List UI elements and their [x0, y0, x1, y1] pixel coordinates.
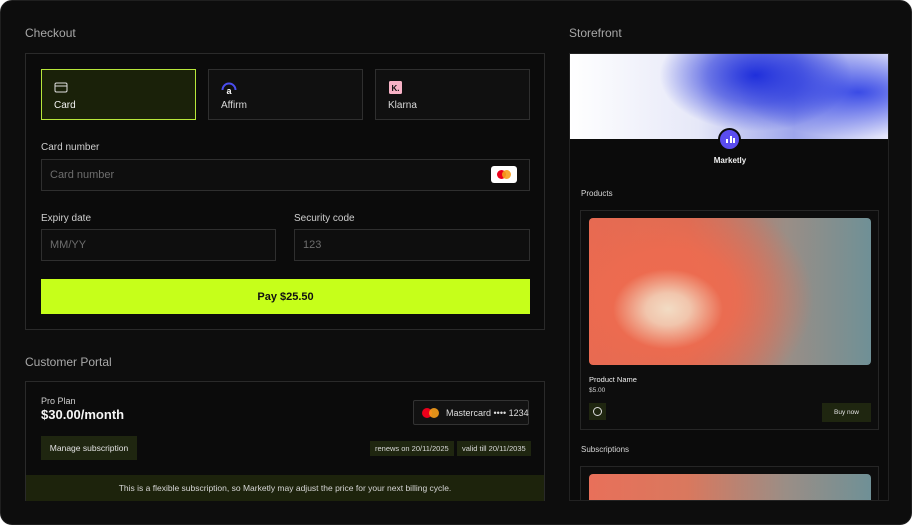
- customer-portal-panel: Pro Plan $30.00/month Mastercard •••• 12…: [25, 381, 545, 501]
- subscriptions-heading: Subscriptions: [581, 445, 630, 454]
- plan-name: Pro Plan: [41, 396, 76, 406]
- mastercard-icon: [422, 407, 440, 419]
- storefront-title: Storefront: [569, 26, 622, 40]
- product-card: Product Name $5.00 Buy now: [580, 210, 879, 430]
- card-number-label: Card number: [41, 142, 100, 153]
- product-name: Product Name: [589, 375, 637, 384]
- validity-badge: valid till 20/11/2035: [457, 441, 531, 456]
- klarna-logo-icon: K.: [389, 81, 402, 94]
- plan-price: $30.00/month: [41, 407, 125, 422]
- manage-subscription-button[interactable]: Manage subscription: [41, 436, 137, 460]
- portal-title: Customer Portal: [25, 355, 112, 369]
- products-heading: Products: [581, 189, 613, 198]
- mastercard-icon: [491, 166, 517, 183]
- marketly-logo-icon: [718, 128, 741, 151]
- credit-card-icon: [54, 82, 68, 93]
- card-number-input[interactable]: [41, 159, 530, 191]
- buy-now-button[interactable]: Buy now: [822, 403, 871, 422]
- security-code-input[interactable]: [294, 229, 530, 261]
- checkout-title: Checkout: [25, 26, 76, 40]
- payment-tab-card[interactable]: Card: [41, 69, 196, 120]
- flexible-pricing-notice: This is a flexible subscription, so Mark…: [26, 475, 544, 501]
- expiry-label: Expiry date: [41, 213, 92, 224]
- payment-tab-label: Card: [54, 100, 76, 111]
- checkout-panel: Card a Affirm K. Klarna Card number Expi…: [25, 53, 545, 330]
- svg-text:a: a: [226, 86, 232, 95]
- svg-text:K.: K.: [392, 84, 400, 93]
- renewal-badge: renews on 20/11/2025: [370, 441, 454, 456]
- product-info-button[interactable]: [589, 403, 606, 420]
- subscription-image: [589, 474, 871, 500]
- payment-method-chip: Mastercard •••• 1234: [413, 400, 529, 425]
- security-code-label: Security code: [294, 213, 355, 224]
- info-icon: [593, 407, 602, 416]
- product-image: [589, 218, 871, 365]
- hero-banner: [570, 54, 888, 139]
- payment-tab-label: Affirm: [221, 100, 247, 111]
- payment-tab-label: Klarna: [388, 100, 417, 111]
- product-price: $5.00: [589, 387, 606, 394]
- affirm-logo-icon: a: [221, 82, 237, 95]
- payment-tab-affirm[interactable]: a Affirm: [208, 69, 363, 120]
- app-frame: Checkout Card a Affirm K. Klarna Card nu…: [0, 0, 912, 525]
- payment-tab-klarna[interactable]: K. Klarna: [375, 69, 530, 120]
- storefront-preview: Marketly Products Product Name $5.00 Buy…: [569, 53, 889, 501]
- subscription-card: [580, 466, 879, 500]
- expiry-input[interactable]: [41, 229, 276, 261]
- payment-method-text: Mastercard •••• 1234: [446, 408, 529, 418]
- store-brand-name: Marketly: [713, 156, 747, 165]
- pay-button[interactable]: Pay $25.50: [41, 279, 530, 314]
